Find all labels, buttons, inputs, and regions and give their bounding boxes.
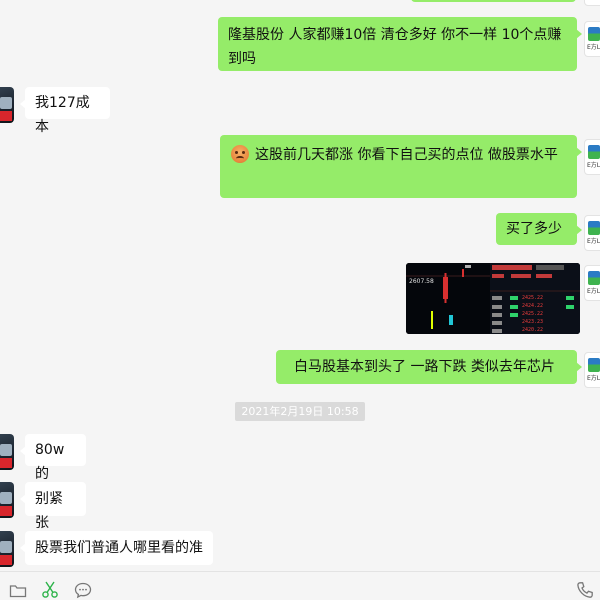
avatar-caption: E方LL (587, 162, 600, 169)
contact-avatar[interactable] (0, 434, 14, 470)
flag-icon (0, 506, 12, 516)
avatar-caption: E方LL (587, 44, 600, 51)
contact-avatar[interactable] (0, 531, 14, 567)
logo-icon (588, 145, 600, 159)
my-avatar[interactable]: E方LL (584, 215, 600, 251)
flag-icon (0, 458, 12, 468)
message-bubble-outgoing[interactable]: 隆基股份 人家都赚10倍 清仓多好 你不一样 10个点赚到吗 (218, 17, 582, 71)
my-avatar[interactable]: E方LL (584, 139, 600, 175)
stock-chart-thumbnail: 2607.58 2425.22 2424.22 2425.22 2423.23 … (406, 263, 580, 334)
car-icon (0, 541, 12, 553)
message-text: 我127成本 (35, 95, 90, 135)
message-row (0, 0, 600, 6)
folder-icon[interactable] (9, 581, 27, 599)
contact-avatar[interactable] (0, 482, 14, 518)
message-timestamp: 2021年2月19日 10:58 (235, 402, 365, 421)
my-avatar[interactable]: E方LL (584, 21, 600, 57)
price-label: 2607.58 (409, 278, 434, 285)
avatar-caption: E方LL (587, 375, 600, 382)
message-text: 买了多少 (506, 221, 562, 237)
quote-row: 2424.22 (522, 303, 543, 309)
quote-row: 2423.23 (522, 319, 543, 325)
message-text: 隆基股份 人家都赚10倍 清仓多好 你不一样 10个点赚到吗 (228, 27, 562, 67)
angry-face-emoji-icon (231, 145, 249, 163)
quote-row: 2425.22 (522, 295, 543, 301)
my-avatar[interactable] (584, 0, 600, 6)
input-toolbar (0, 571, 600, 600)
chat-history-icon[interactable] (74, 581, 92, 599)
quote-row: 2425.22 (522, 311, 543, 317)
message-text: 股票我们普通人哪里看的准 (35, 540, 203, 556)
car-icon (0, 492, 12, 504)
logo-icon (588, 358, 600, 372)
avatar-caption: E方LL (587, 288, 600, 295)
contact-avatar[interactable] (0, 87, 14, 123)
logo-icon (588, 221, 600, 235)
quote-row: 2420.22 (522, 327, 543, 333)
message-bubble-outgoing[interactable]: 买了多少 (496, 213, 582, 245)
car-icon (0, 97, 12, 109)
my-avatar[interactable]: E方LL (584, 352, 600, 388)
flag-icon (0, 111, 12, 121)
message-bubble-incoming[interactable]: 股票我们普通人哪里看的准 (20, 531, 213, 565)
message-bubble-outgoing[interactable]: 这股前几天都涨 你看下自己买的点位 做股票水平 (220, 135, 582, 198)
message-text: 白马股基本到头了 一路下跌 类似去年芯片 (294, 359, 555, 375)
avatar-caption: E方LL (587, 238, 600, 245)
scissors-icon[interactable] (41, 581, 59, 599)
message-bubble-incoming[interactable]: 我127成本 (20, 87, 110, 135)
logo-icon (588, 271, 600, 285)
stock-chart-image-message[interactable]: 2607.58 2425.22 2424.22 2425.22 2423.23 … (406, 263, 580, 334)
my-avatar[interactable]: E方LL (584, 265, 600, 301)
message-bubble-incoming[interactable]: 80w的 (20, 434, 86, 482)
message-bubble-outgoing[interactable]: 白马股基本到头了 一路下跌 类似去年芯片 (276, 350, 582, 384)
chat-area: 隆基股份 人家都赚10倍 清仓多好 你不一样 10个点赚到吗 E方LL 我127… (0, 0, 600, 570)
message-bubble-incoming[interactable]: 别紧张 (20, 482, 86, 531)
phone-icon[interactable] (576, 581, 594, 599)
car-icon (0, 444, 12, 456)
previous-message-bubble[interactable] (411, 0, 576, 2)
message-text: 80w的 (35, 442, 65, 482)
flag-icon (0, 555, 12, 565)
logo-icon (588, 27, 600, 41)
message-text: 别紧张 (35, 491, 63, 531)
message-text: 这股前几天都涨 你看下自己买的点位 做股票水平 (255, 147, 558, 163)
